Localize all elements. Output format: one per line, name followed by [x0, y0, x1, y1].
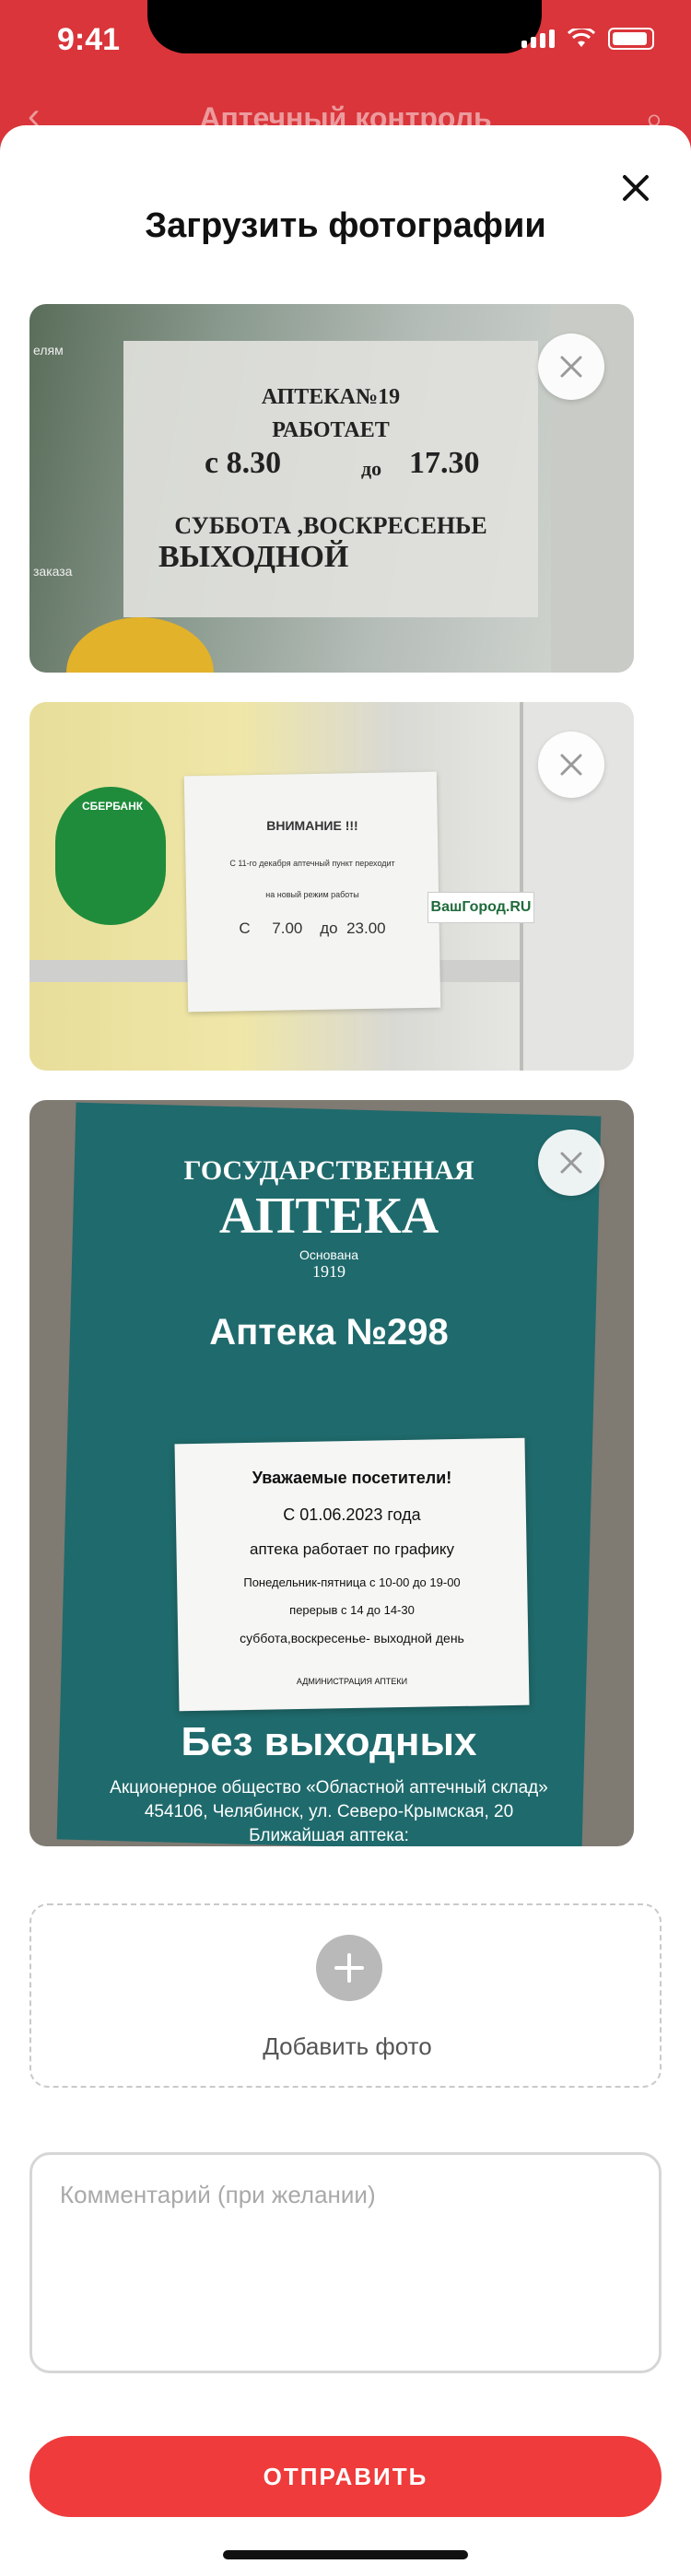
sign-text: АПТЕКА№19 [261, 385, 401, 409]
close-icon [560, 1152, 582, 1174]
uploaded-photo-3: ГОСУДАРСТВЕННАЯ АПТЕКА Основана 1919 Апт… [29, 1100, 634, 1846]
status-icons [521, 28, 654, 50]
close-icon [560, 754, 582, 776]
notice-text: Уважаемые посетители! [252, 1469, 452, 1487]
board-text: 454106, Челябинск, ул. Северо-Крымская, … [144, 1802, 514, 1821]
notice-text: ВНИМАНИЕ !!! [266, 818, 358, 833]
vashgorod-sticker: ВашГород.RU [427, 892, 534, 923]
add-photo-button[interactable]: Добавить фото [29, 1903, 662, 2088]
board-text: ГОСУДАРСТВЕННАЯ [183, 1155, 474, 1186]
uploaded-photo-1: елям заказа АПТЕКА№19 РАБОТАЕТ с 8.30 до… [29, 304, 634, 673]
uploaded-photo-2: СБЕРБАНК ВНИМАНИЕ !!! С 11-го декабря ап… [29, 702, 634, 1071]
device-notch [147, 0, 542, 53]
battery-icon [608, 28, 654, 50]
sign-text: СУББОТА ,ВОСКРЕСЕНЬЕ [174, 512, 487, 539]
notice-text: перерыв с 14 до 14-30 [289, 1603, 415, 1617]
board-text: 1919 [312, 1262, 346, 1281]
notice-text: С 7.00 до 23.00 [239, 919, 386, 937]
close-icon [560, 356, 582, 378]
notice-text: АДМИНИСТРАЦИЯ АПТЕКИ [296, 1677, 408, 1686]
home-indicator [223, 2550, 468, 2559]
board-text: Аптека №298 [209, 1312, 449, 1352]
notice-text: С 01.06.2023 года [283, 1505, 421, 1524]
notice-text: суббота,воскресенье- выходной день [240, 1631, 464, 1645]
add-photo-label: Добавить фото [263, 2032, 432, 2060]
edge-text: елям [33, 343, 64, 357]
notice-text: Понедельник-пятница с 10-00 до 19-00 [243, 1575, 461, 1589]
remove-photo-button[interactable] [538, 732, 604, 798]
notice-text: на новый режим работы [265, 890, 359, 899]
remove-photo-button[interactable] [538, 1130, 604, 1196]
remove-photo-button[interactable] [538, 334, 604, 400]
board-text: Без выходных [181, 1719, 477, 1764]
sticker-text: СБЕРБАНК [81, 800, 144, 813]
plus-icon [316, 1935, 382, 2001]
edge-text: заказа [33, 564, 73, 579]
board-text: АПТЕКА [218, 1188, 439, 1245]
upload-photos-sheet: Загрузить фотографии елям заказа АПТЕКА№… [0, 125, 691, 2576]
wifi-icon [568, 29, 595, 47]
sign-text: до [361, 457, 382, 480]
sign-text: ВЫХОДНОЙ [158, 540, 349, 574]
cellular-signal-icon [521, 29, 555, 48]
board-text: Основана [299, 1247, 358, 1262]
submit-button[interactable]: ОТПРАВИТЬ [29, 2436, 662, 2517]
close-icon [623, 175, 649, 201]
notice-text: С 11-го декабря аптечный пункт переходит [229, 859, 395, 868]
status-time: 9:41 [57, 22, 121, 57]
board-text: Ближайшая аптека: [249, 1826, 409, 1845]
sign-text: 17.30 [409, 446, 480, 480]
board-text: Акционерное общество «Областной аптечный… [110, 1778, 548, 1797]
sign-text: РАБОТАЕТ [272, 418, 390, 442]
sign-text: с 8.30 [205, 446, 282, 480]
notice-text: аптека работает по графику [250, 1540, 454, 1558]
sheet-title: Загрузить фотографии [145, 206, 546, 245]
yellow-object [66, 617, 214, 673]
comment-field[interactable] [29, 2152, 662, 2373]
